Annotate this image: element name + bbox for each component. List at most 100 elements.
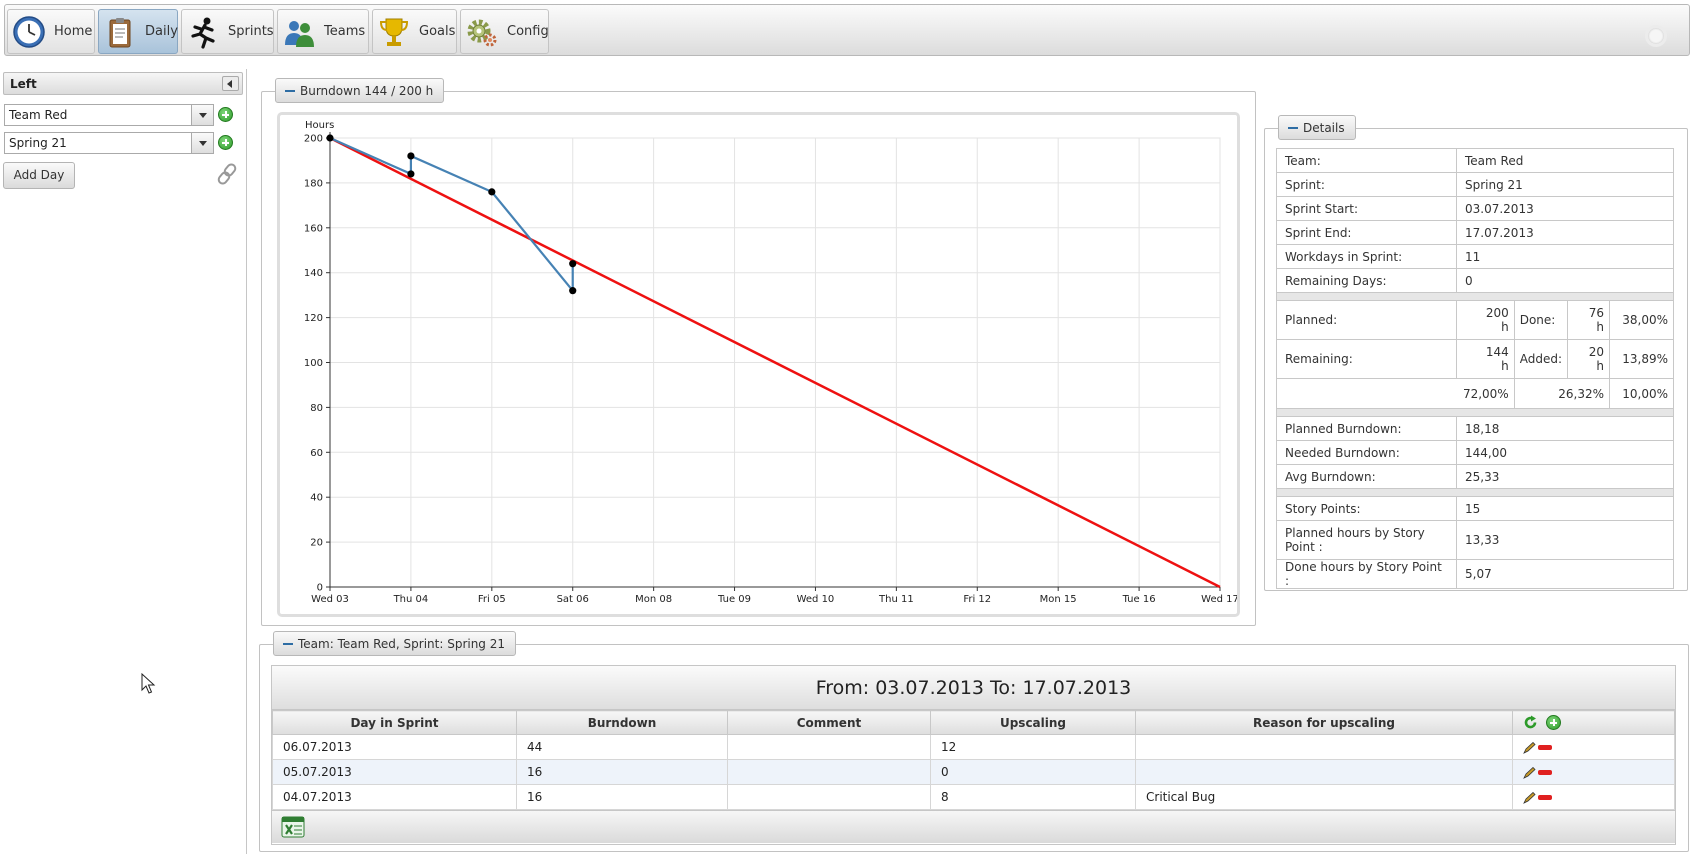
cell-actions [1512,759,1675,785]
goals-button[interactable]: Goals [372,9,457,54]
planned-value: 200 [1485,306,1509,320]
edit-icon[interactable] [1523,791,1537,804]
daily-button[interactable]: Daily [98,9,178,54]
cell-comment [727,759,931,785]
details-value: 03.07.2013 [1456,196,1674,221]
x-tick-label: Mon 08 [635,594,672,605]
column-header-burndown[interactable]: Burndown [516,710,728,735]
config-button[interactable]: Config [460,9,549,54]
cell-upscaling: 12 [930,734,1136,760]
details-table: Team: Team Red Sprint: Spring 21 Sprint … [1276,148,1674,589]
left-panel-title: Left [10,77,37,91]
delete-icon[interactable] [1538,795,1552,800]
sprints-button[interactable]: Sprints [181,9,274,54]
x-tick-label: Wed 10 [797,594,835,605]
delete-icon[interactable] [1538,745,1552,750]
remaining-value: 144 [1485,345,1509,359]
details-label: Sprint Start: [1276,196,1457,221]
sprint-select-dropdown-icon[interactable] [191,133,213,153]
edit-icon[interactable] [1523,741,1537,754]
delete-icon[interactable] [1538,770,1552,775]
sprints-label: Sprints [228,24,274,39]
details-label: Planned hours by Story Point : [1276,520,1457,560]
toolbar-toggle-circle[interactable] [1645,25,1667,47]
collapse-left-button[interactable] [222,76,239,91]
home-button[interactable]: Home [7,9,95,54]
y-tick-label: 80 [310,403,323,414]
team-select-dropdown-icon[interactable] [191,105,213,125]
details-label: Sprint: [1276,172,1457,197]
excel-export-icon[interactable] [281,816,305,838]
team-select[interactable]: Team Red [4,104,214,126]
details-value: 5,07 [1456,559,1674,589]
gear-icon [467,19,497,46]
details-row-workdays: Workdays in Sprint: 11 [1276,244,1674,269]
details-legend-button[interactable]: Details [1278,115,1356,140]
people-icon [285,20,314,47]
y-tick-label: 60 [310,448,323,459]
column-header-actions [1512,710,1675,735]
teams-button[interactable]: Teams [277,9,369,54]
team-select-value: Team Red [9,108,68,122]
details-label: Planned Burndown: [1276,416,1457,441]
remaining-unit: h [1501,359,1509,373]
details-row-planned: Planned: 200 h Done: 76 h 38,00% [1276,300,1674,340]
y-tick-label: 140 [304,268,323,279]
add-sprint-icon[interactable] [218,135,233,150]
done-percent: 38,00% [1609,300,1674,340]
details-value: Spring 21 [1456,172,1674,197]
sprint-select[interactable]: Spring 21 [4,132,214,154]
details-row-planned-burndown: Planned Burndown: 18,18 [1276,416,1674,441]
details-value: 13,33 [1456,520,1674,560]
cell-day: 05.07.2013 [272,759,517,785]
y-tick-label: 40 [310,493,323,504]
x-tick-label: Tue 09 [717,594,751,605]
edit-icon[interactable] [1523,766,1537,779]
table-row[interactable]: 04.07.2013 16 8 Critical Bug [272,784,1675,810]
data-point [569,287,577,295]
left-panel: Left Team Red Spring 21 Add Day [0,69,247,854]
column-header-upscaling[interactable]: Upscaling [930,710,1136,735]
details-label: Team: [1276,148,1457,173]
goals-label: Goals [419,24,456,39]
cell-reason [1135,759,1513,785]
data-point [569,260,577,268]
y-tick-label: 0 [317,583,323,594]
add-row-icon[interactable] [1546,715,1562,730]
y-tick-label: 160 [304,223,323,234]
data-point [407,152,415,160]
done-value-cell: 76 h [1567,300,1610,340]
table-row[interactable]: 05.07.2013 16 0 [272,759,1675,785]
cell-burndown: 16 [516,759,728,785]
home-label: Home [54,24,93,39]
remaining-label: Remaining: [1276,339,1457,379]
column-header-day[interactable]: Day in Sprint [272,710,517,735]
add-team-icon[interactable] [218,107,233,122]
add-day-button[interactable]: Add Day [3,162,75,189]
details-row-sprint: Sprint: Spring 21 [1276,172,1674,197]
refresh-icon[interactable] [1523,715,1538,730]
burndown-chart-svg: 0 20 40 60 80 100 120 140 160 180 200 Wed 03 Thu 04 F… [304,120,1237,605]
link-icon[interactable] [215,162,239,186]
column-header-reason[interactable]: Reason for upscaling [1135,710,1513,735]
burndown-legend-button[interactable]: Burndown 144 / 200 h [275,78,445,103]
sprint-select-value: Spring 21 [9,136,67,150]
column-header-comment[interactable]: Comment [727,710,931,735]
percent-remaining: 72,00% [1276,378,1515,409]
cell-day: 04.07.2013 [272,784,517,810]
details-label: Avg Burndown: [1276,464,1457,489]
mouse-cursor-icon [141,673,156,694]
teams-label: Teams [324,24,366,39]
y-tick-label: 200 [304,134,323,145]
table-row[interactable]: 06.07.2013 44 12 [272,734,1675,760]
daily-label: Daily [145,24,178,39]
x-tick-label: Fri 12 [963,594,991,605]
planned-value-cell: 200 h [1456,300,1515,340]
daily-grid-table: Day in Sprint Burndown Comment Upscaling… [272,710,1675,810]
details-separator [1276,488,1674,497]
cell-comment [727,784,931,810]
config-label: Config [507,24,549,39]
team-sprint-legend-button[interactable]: Team: Team Red, Sprint: Spring 21 [273,631,517,656]
cell-comment [727,734,931,760]
details-value: 11 [1456,244,1674,269]
